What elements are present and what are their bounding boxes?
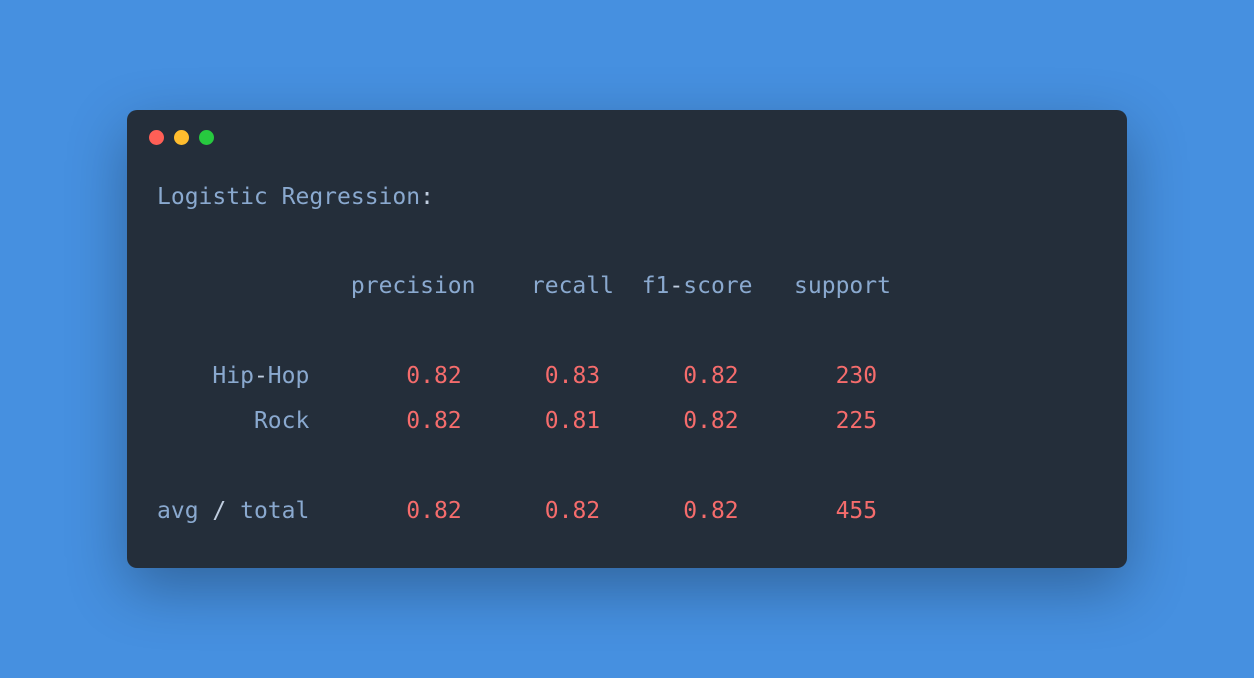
summary-support: 455: [836, 498, 878, 524]
cell-f1: 0.82: [683, 363, 738, 389]
header-precision: precision: [351, 273, 476, 299]
cell-recall: 0.83: [545, 363, 600, 389]
minimize-icon[interactable]: [174, 130, 189, 145]
terminal-window: Logistic Regression: precision recall f1…: [127, 110, 1127, 569]
cell-support: 230: [836, 363, 878, 389]
summary-precision: 0.82: [406, 498, 461, 524]
cell-support: 225: [836, 408, 878, 434]
title-text: Logistic Regression: [157, 184, 420, 210]
summary-total: total: [240, 498, 309, 524]
header-score: score: [683, 273, 752, 299]
cell-f1: 0.82: [683, 408, 738, 434]
terminal-output: Logistic Regression: precision recall f1…: [127, 165, 1127, 569]
row-label: Rock: [254, 408, 309, 434]
window-titlebar: [127, 110, 1127, 165]
row-label: Hip: [212, 363, 254, 389]
cell-precision: 0.82: [406, 408, 461, 434]
cell-recall: 0.81: [545, 408, 600, 434]
summary-recall: 0.82: [545, 498, 600, 524]
maximize-icon[interactable]: [199, 130, 214, 145]
header-recall: recall: [531, 273, 614, 299]
summary-f1: 0.82: [683, 498, 738, 524]
row-label-dash: -: [254, 363, 268, 389]
header-dash: -: [669, 273, 683, 299]
cell-precision: 0.82: [406, 363, 461, 389]
close-icon[interactable]: [149, 130, 164, 145]
header-support: support: [794, 273, 891, 299]
summary-slash: /: [199, 498, 241, 524]
title-colon: :: [420, 184, 434, 210]
summary-avg: avg: [157, 498, 199, 524]
row-label: Hop: [268, 363, 310, 389]
header-f1: f1: [642, 273, 670, 299]
